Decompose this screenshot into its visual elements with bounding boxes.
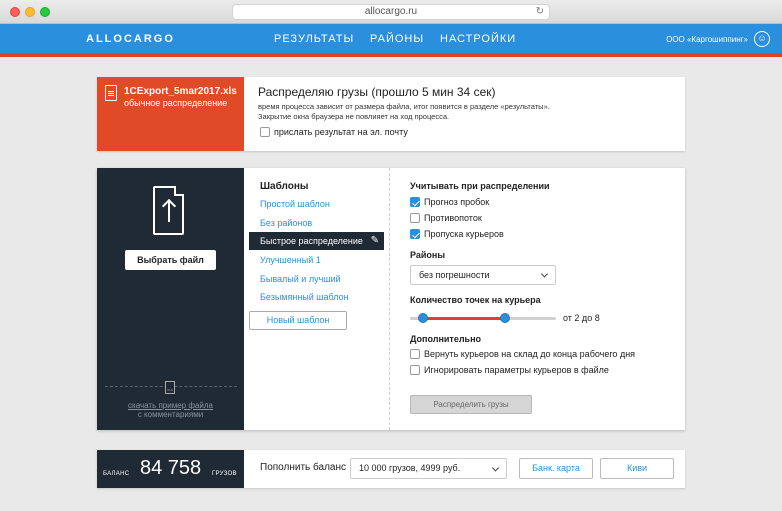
extra-title: Дополнительно xyxy=(410,334,482,344)
return-couriers-checkbox[interactable] xyxy=(410,349,420,359)
divider xyxy=(389,168,390,430)
document-icon xyxy=(105,85,117,101)
balance-card: БАЛАНС 84 758 ГРУЗОВ Пополнить баланс 10… xyxy=(97,450,685,488)
email-checkbox-label[interactable]: прислать результат на эл. почту xyxy=(274,127,408,137)
traffic-forecast-label[interactable]: Прогноз пробок xyxy=(424,197,489,207)
minimize-window-button[interactable] xyxy=(25,7,35,17)
address-text: allocargo.ru xyxy=(364,6,418,17)
balance-label: БАЛАНС xyxy=(103,471,130,477)
file-name: 1CExport_5mar2017.xls xyxy=(124,86,237,97)
traffic-forecast-checkbox[interactable] xyxy=(410,197,420,207)
balance-unit: ГРУЗОВ xyxy=(212,471,237,477)
chevron-down-icon xyxy=(540,270,549,278)
nav-settings[interactable]: НАСТРОЙКИ xyxy=(440,33,516,45)
districts-title: Районы xyxy=(410,250,446,260)
counterflow-checkbox[interactable] xyxy=(410,213,420,223)
close-window-button[interactable] xyxy=(10,7,20,17)
file-tile: 1CExport_5mar2017.xls обычное распределе… xyxy=(97,77,244,151)
points-max-handle[interactable] xyxy=(500,313,510,323)
points-title: Количество точек на курьера xyxy=(410,295,541,305)
reload-icon[interactable]: ↻ xyxy=(536,5,544,19)
settings-card: Выбрать файл XLS скачать пример файла с … xyxy=(97,168,685,430)
processing-card: 1CExport_5mar2017.xls обычное распределе… xyxy=(97,77,685,151)
points-min-handle[interactable] xyxy=(418,313,428,323)
template-item[interactable]: Улучшенный 1 xyxy=(260,255,321,265)
logo[interactable]: ALLOCARGO xyxy=(86,33,175,45)
nav-results[interactable]: РЕЗУЛЬТАТЫ xyxy=(274,33,354,45)
districts-select[interactable]: без погрешности xyxy=(410,265,556,285)
balance-tile: БАЛАНС 84 758 ГРУЗОВ xyxy=(97,450,244,488)
points-slider-range xyxy=(423,317,505,320)
address-bar[interactable]: allocargo.ru ↻ xyxy=(232,4,550,20)
zoom-window-button[interactable] xyxy=(40,7,50,17)
chevron-down-icon xyxy=(491,463,500,472)
templates-title: Шаблоны xyxy=(260,181,309,192)
return-couriers-label[interactable]: Вернуть курьеров на склад до конца рабоч… xyxy=(424,349,635,359)
ignore-params-checkbox[interactable] xyxy=(410,365,420,375)
consider-title: Учитывать при распределении xyxy=(410,181,550,191)
counterflow-label[interactable]: Противопоток xyxy=(424,213,482,223)
points-range-label: от 2 до 8 xyxy=(563,313,600,323)
template-item[interactable]: Простой шаблон xyxy=(260,199,330,209)
topup-label: Пополнить баланс xyxy=(260,462,346,473)
process-title: Распределяю грузы (прошло 5 мин 34 сек) xyxy=(258,85,496,99)
courier-passes-checkbox[interactable] xyxy=(410,229,420,239)
upload-file-icon[interactable] xyxy=(153,186,184,235)
bank-card-button[interactable]: Банк. карта xyxy=(519,458,593,479)
download-sample-sub: с комментариями xyxy=(137,410,204,419)
download-sample-link[interactable]: скачать пример файла xyxy=(97,401,244,410)
xls-file-icon: XLS xyxy=(165,381,175,394)
template-item-label: Быстрое распределение xyxy=(260,236,363,246)
template-item[interactable]: Безымянный шаблон xyxy=(260,292,349,302)
distribute-button[interactable]: Распределить грузы xyxy=(410,395,532,414)
template-item[interactable]: Бывалый и лучший xyxy=(260,274,341,284)
new-template-button[interactable]: Новый шаблон xyxy=(249,311,347,330)
app-header: ALLOCARGO РЕЗУЛЬТАТЫ РАЙОНЫ НАСТРОЙКИ ОО… xyxy=(0,24,782,57)
email-checkbox[interactable] xyxy=(260,127,270,137)
upload-panel: Выбрать файл XLS скачать пример файла с … xyxy=(97,168,244,430)
company-name[interactable]: ООО «Каргошиппинг» xyxy=(666,35,748,44)
choose-file-button[interactable]: Выбрать файл xyxy=(125,250,216,270)
qiwi-button[interactable]: Киви xyxy=(600,458,674,479)
template-item-active[interactable]: Быстрое распределение ✎ xyxy=(249,232,384,250)
districts-value: без погрешности xyxy=(419,270,490,280)
courier-passes-label[interactable]: Пропуска курьеров xyxy=(424,229,504,239)
template-item[interactable]: Без районов xyxy=(260,218,312,228)
file-mode: обычное распределение xyxy=(124,98,228,108)
nav-districts[interactable]: РАЙОНЫ xyxy=(370,33,424,45)
ignore-params-label[interactable]: Игнорировать параметры курьеров в файле xyxy=(424,365,609,375)
balance-value: 84 758 xyxy=(140,457,202,479)
process-note-2: Закрытие окна браузера не повлияет на хо… xyxy=(258,112,450,121)
pencil-icon[interactable]: ✎ xyxy=(371,232,379,250)
package-select[interactable]: 10 000 грузов, 4999 руб. xyxy=(350,458,507,479)
browser-toolbar: allocargo.ru ↻ xyxy=(0,0,782,24)
points-slider[interactable] xyxy=(410,313,556,323)
process-note: время процесса зависит от размера файла,… xyxy=(258,102,550,111)
user-icon[interactable]: ☺ xyxy=(754,31,770,47)
package-value: 10 000 грузов, 4999 руб. xyxy=(359,463,461,473)
